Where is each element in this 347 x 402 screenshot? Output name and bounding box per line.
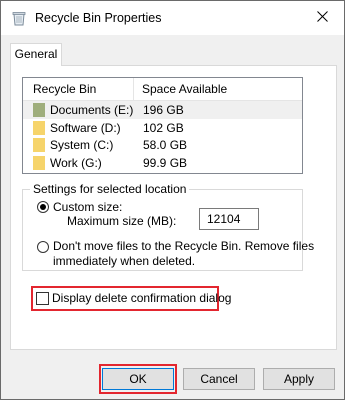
- drive-folder-icon: [33, 155, 45, 170]
- apply-button[interactable]: Apply: [263, 368, 335, 390]
- max-size-input[interactable]: 12104: [199, 208, 259, 230]
- title-bar: Recycle Bin Properties: [1, 1, 344, 35]
- recycle-bin-location-list[interactable]: Recycle Bin Location Space Available Doc…: [22, 77, 303, 174]
- list-item[interactable]: Work (G:) 99.9 GB: [23, 154, 302, 172]
- close-button[interactable]: [300, 1, 344, 35]
- ok-button[interactable]: OK: [102, 368, 174, 390]
- confirm-label[interactable]: Display delete confirmation dialog: [52, 291, 231, 305]
- settings-group-label: Settings for selected location: [30, 182, 190, 196]
- location-name: System (C:): [50, 138, 114, 152]
- confirm-checkbox[interactable]: [36, 292, 49, 305]
- drive-folder-icon: [33, 138, 45, 152]
- location-name: Documents (E:): [50, 103, 134, 117]
- no-recycle-label-line2[interactable]: immediately when deleted.: [53, 254, 195, 268]
- properties-dialog: Recycle Bin Properties General Recycle B…: [0, 0, 345, 400]
- space-available: 58.0 GB: [143, 138, 188, 152]
- no-recycle-radio[interactable]: [37, 241, 49, 253]
- location-name: Software (D:): [50, 120, 121, 135]
- list-item[interactable]: Documents (E:) 196 GB: [23, 101, 302, 119]
- drive-folder-icon: [33, 120, 45, 135]
- location-name: Work (G:): [50, 155, 102, 170]
- cancel-button[interactable]: Cancel: [183, 368, 255, 390]
- max-size-label: Maximum size (MB):: [67, 214, 177, 228]
- column-header-location[interactable]: Recycle Bin Location: [23, 78, 134, 118]
- list-item[interactable]: System (C:) 58.0 GB: [23, 136, 302, 154]
- list-item[interactable]: Software (D:) 102 GB: [23, 119, 302, 137]
- custom-size-label[interactable]: Custom size:: [53, 200, 122, 214]
- custom-size-radio[interactable]: [37, 201, 49, 213]
- space-available: 99.9 GB: [143, 155, 188, 170]
- window-title: Recycle Bin Properties: [35, 11, 162, 25]
- recycle-bin-icon: [11, 10, 27, 26]
- tab-general[interactable]: General: [10, 43, 62, 66]
- space-available: 196 GB: [143, 103, 184, 117]
- close-icon: [316, 11, 328, 25]
- no-recycle-label-line1[interactable]: Don't move files to the Recycle Bin. Rem…: [53, 239, 314, 253]
- list-header: Recycle Bin Location Space Available: [23, 78, 302, 118]
- column-header-space[interactable]: Space Available: [134, 78, 227, 100]
- space-available: 102 GB: [143, 120, 184, 135]
- drive-folder-icon: [33, 103, 45, 117]
